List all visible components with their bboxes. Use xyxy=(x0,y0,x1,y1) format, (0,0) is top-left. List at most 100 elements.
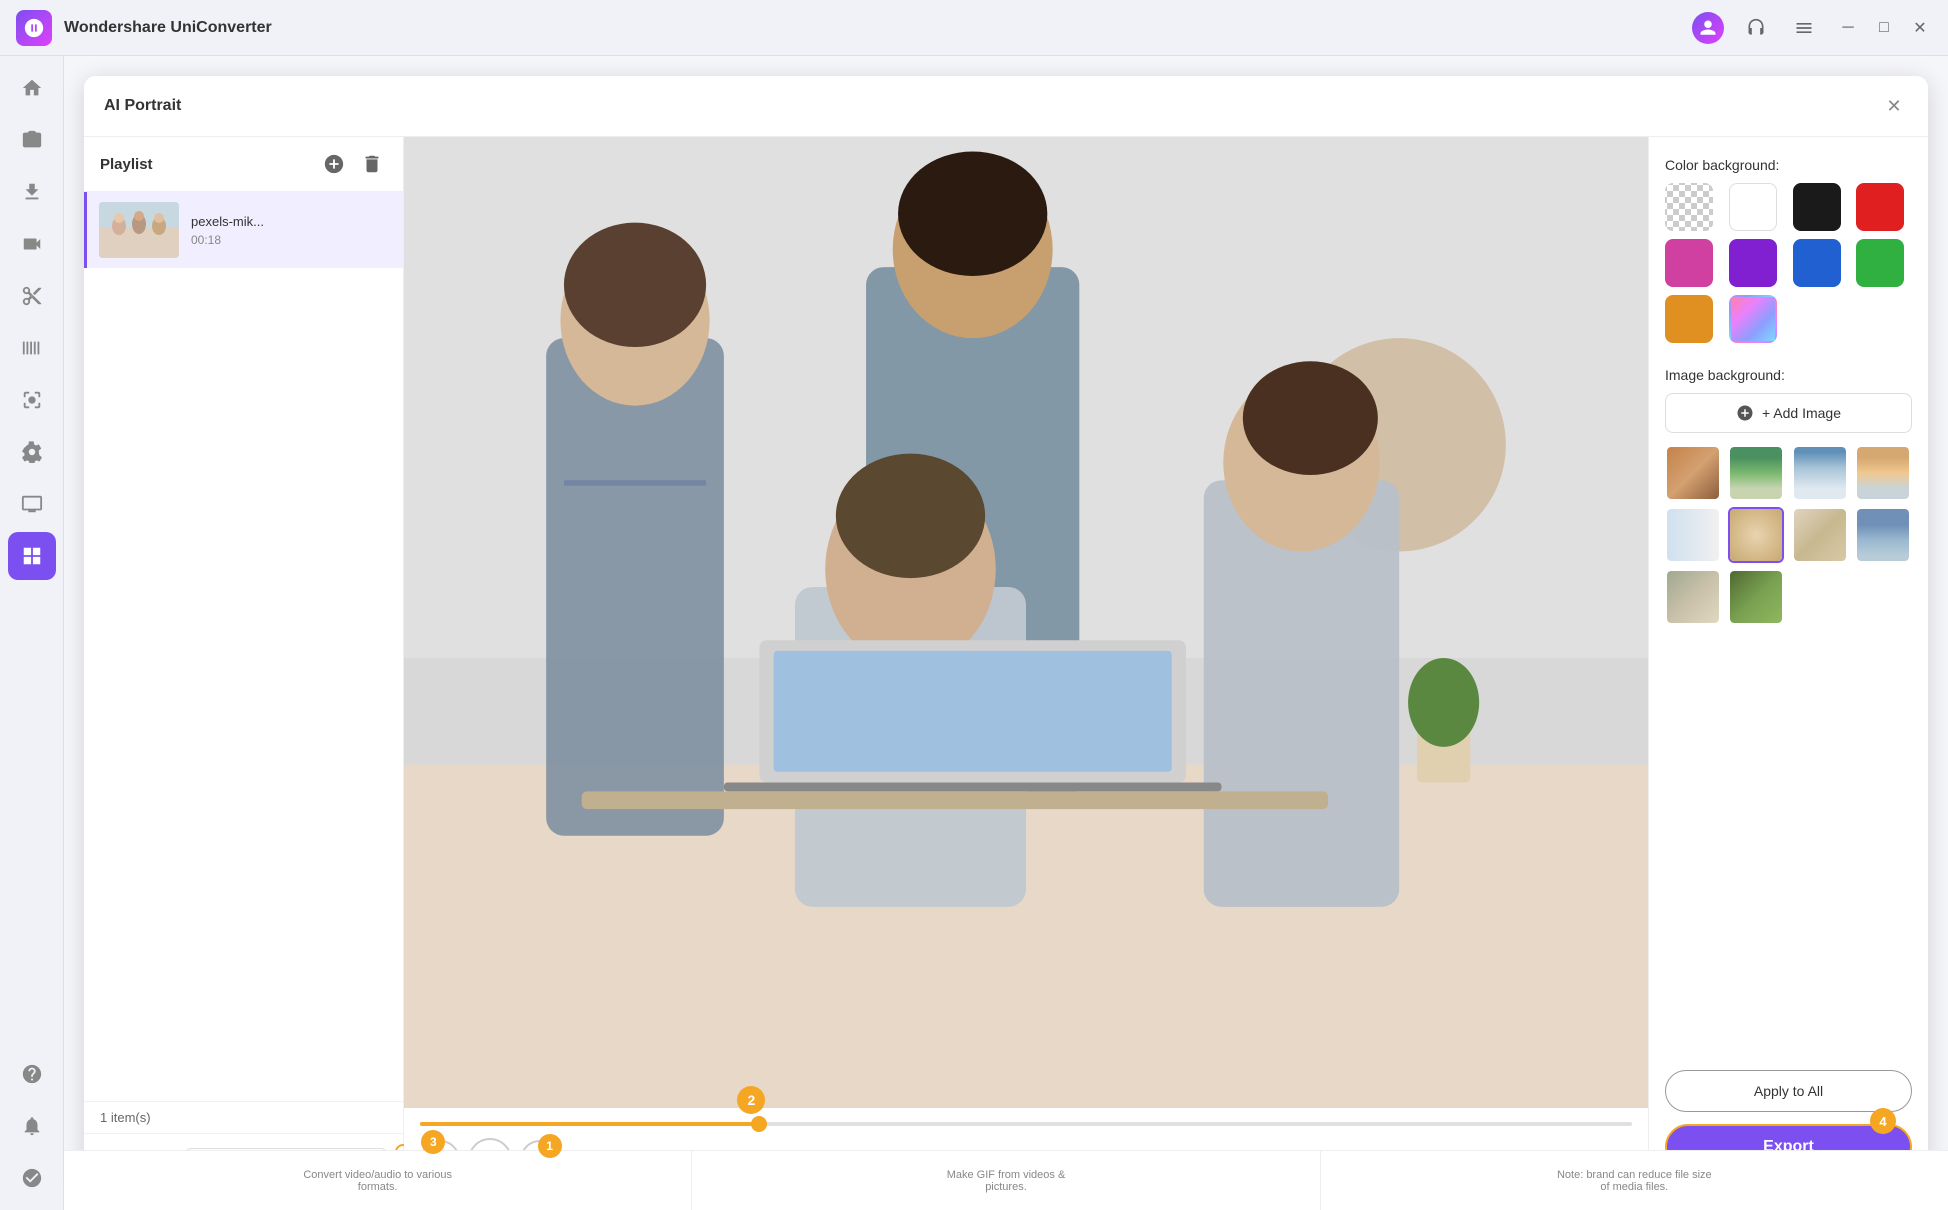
progress-thumb[interactable] xyxy=(751,1116,767,1132)
close-button[interactable]: ✕ xyxy=(1908,16,1932,40)
playlist-title: Playlist xyxy=(100,156,311,173)
titlebar-actions xyxy=(1692,12,1820,44)
sidebar-item-camera[interactable] xyxy=(8,116,56,164)
feature-text-3: Note: brand can reduce file sizeof media… xyxy=(1557,1169,1712,1193)
playlist-item-name: pexels-mik... xyxy=(191,214,391,229)
progress-fill xyxy=(420,1122,759,1126)
menu-button[interactable] xyxy=(1788,12,1820,44)
thumb-inner-3 xyxy=(1794,447,1846,499)
color-swatch-green[interactable] xyxy=(1856,239,1904,287)
sidebar-item-home[interactable] xyxy=(8,64,56,112)
color-swatch-red[interactable] xyxy=(1856,183,1904,231)
color-swatch-purple[interactable] xyxy=(1729,239,1777,287)
dialog-close-button[interactable]: ✕ xyxy=(1880,92,1908,120)
image-thumb-8[interactable] xyxy=(1855,507,1911,563)
color-background-section: Color background: xyxy=(1665,157,1912,351)
main-content: AI Portrait ✕ Playlist xyxy=(64,56,1948,1210)
apply-to-all-button[interactable]: Apply to All xyxy=(1665,1070,1912,1112)
video-panel: 2 xyxy=(404,137,1648,1190)
color-swatch-pink[interactable] xyxy=(1665,239,1713,287)
playlist-thumbnail xyxy=(99,202,179,258)
sidebar-item-feedback[interactable] xyxy=(8,1154,56,1202)
annotation-badge-1: 1 xyxy=(538,1134,562,1158)
playlist-item[interactable]: pexels-mik... 00:18 xyxy=(84,192,403,268)
color-swatch-white[interactable] xyxy=(1729,183,1777,231)
image-grid xyxy=(1665,445,1912,625)
thumbnail-image xyxy=(99,202,179,258)
thumb-inner-7 xyxy=(1794,509,1846,561)
dialog-title: AI Portrait xyxy=(104,97,1880,115)
progress-section: 2 xyxy=(420,1116,1632,1138)
color-swatch-transparent[interactable] xyxy=(1665,183,1713,231)
sidebar-item-bell[interactable] xyxy=(8,1102,56,1150)
image-thumbs-container xyxy=(1665,445,1912,625)
feature-bar: Convert video/audio to variousformats. M… xyxy=(64,1150,1948,1210)
sidebar-bottom xyxy=(8,1050,56,1202)
add-image-button[interactable]: + Add Image xyxy=(1665,393,1912,433)
thumb-inner-8 xyxy=(1857,509,1909,561)
image-thumb-10[interactable] xyxy=(1728,569,1784,625)
color-swatch-black[interactable] xyxy=(1793,183,1841,231)
delete-from-playlist-button[interactable] xyxy=(357,149,387,179)
image-background-label: Image background: xyxy=(1665,367,1912,383)
profile-button[interactable] xyxy=(1692,12,1724,44)
window-controls: ─ □ ✕ xyxy=(1836,16,1932,40)
image-thumb-6[interactable] xyxy=(1728,507,1784,563)
titlebar: Wondershare UniConverter ─ □ ✕ xyxy=(0,0,1948,56)
ai-portrait-dialog: AI Portrait ✕ Playlist xyxy=(84,76,1928,1190)
sidebar-item-tv[interactable] xyxy=(8,480,56,528)
sidebar-item-capture[interactable] xyxy=(8,376,56,424)
color-swatch-orange[interactable] xyxy=(1665,295,1713,343)
image-thumb-5[interactable] xyxy=(1665,507,1721,563)
sidebar-item-grid[interactable] xyxy=(8,532,56,580)
progress-container: 2 xyxy=(420,1122,1632,1126)
playlist-header: Playlist xyxy=(84,137,403,192)
maximize-button[interactable]: □ xyxy=(1872,16,1896,40)
color-background-label: Color background: xyxy=(1665,157,1912,173)
add-to-playlist-button[interactable] xyxy=(319,149,349,179)
minimize-button[interactable]: ─ xyxy=(1836,16,1860,40)
playlist-item-duration: 00:18 xyxy=(191,233,391,247)
sidebar-item-help[interactable] xyxy=(8,1050,56,1098)
image-thumb-9[interactable] xyxy=(1665,569,1721,625)
feature-item-1: Convert video/audio to variousformats. xyxy=(64,1151,692,1210)
playlist-panel: Playlist xyxy=(84,137,404,1190)
video-scene xyxy=(404,137,1648,1108)
thumb-inner-1 xyxy=(1667,447,1719,499)
headset-button[interactable] xyxy=(1740,12,1772,44)
settings-panel: Color background: xyxy=(1648,137,1928,1190)
progress-bar[interactable] xyxy=(420,1122,1632,1126)
color-swatch-blue[interactable] xyxy=(1793,239,1841,287)
sidebar xyxy=(0,56,64,1210)
thumb-inner-9 xyxy=(1667,571,1719,623)
thumb-inner-5 xyxy=(1667,509,1719,561)
close-icon: ✕ xyxy=(1886,96,1901,117)
thumb-inner-4 xyxy=(1857,447,1909,499)
item-count: 1 item(s) xyxy=(84,1101,403,1133)
image-thumb-2[interactable] xyxy=(1728,445,1784,501)
app-title: Wondershare UniConverter xyxy=(64,19,1692,37)
image-thumb-1[interactable] xyxy=(1665,445,1721,501)
sidebar-item-settings[interactable] xyxy=(8,428,56,476)
color-swatches-grid xyxy=(1665,183,1912,343)
dialog-header: AI Portrait ✕ xyxy=(84,76,1928,137)
image-thumb-4[interactable] xyxy=(1855,445,1911,501)
feature-text-1: Convert video/audio to variousformats. xyxy=(303,1169,452,1193)
image-thumb-3[interactable] xyxy=(1792,445,1848,501)
app-logo xyxy=(16,10,52,46)
sidebar-item-scissors[interactable] xyxy=(8,272,56,320)
playlist-item-info: pexels-mik... 00:18 xyxy=(191,214,391,247)
sidebar-item-video[interactable] xyxy=(8,220,56,268)
feature-text-2: Make GIF from videos &pictures. xyxy=(947,1169,1066,1193)
sidebar-item-merge[interactable] xyxy=(8,324,56,372)
image-thumb-7[interactable] xyxy=(1792,507,1848,563)
feature-item-2: Make GIF from videos &pictures. xyxy=(692,1151,1320,1210)
sidebar-item-download[interactable] xyxy=(8,168,56,216)
thumb-inner-6 xyxy=(1730,509,1782,561)
video-preview-area xyxy=(404,137,1648,1108)
annotation-badge-4: 4 xyxy=(1870,1108,1896,1134)
add-image-label: + Add Image xyxy=(1762,405,1841,421)
thumb-inner-10 xyxy=(1730,571,1782,623)
annotation-badge-2: 2 xyxy=(737,1086,765,1114)
color-swatch-gradient[interactable] xyxy=(1729,295,1777,343)
